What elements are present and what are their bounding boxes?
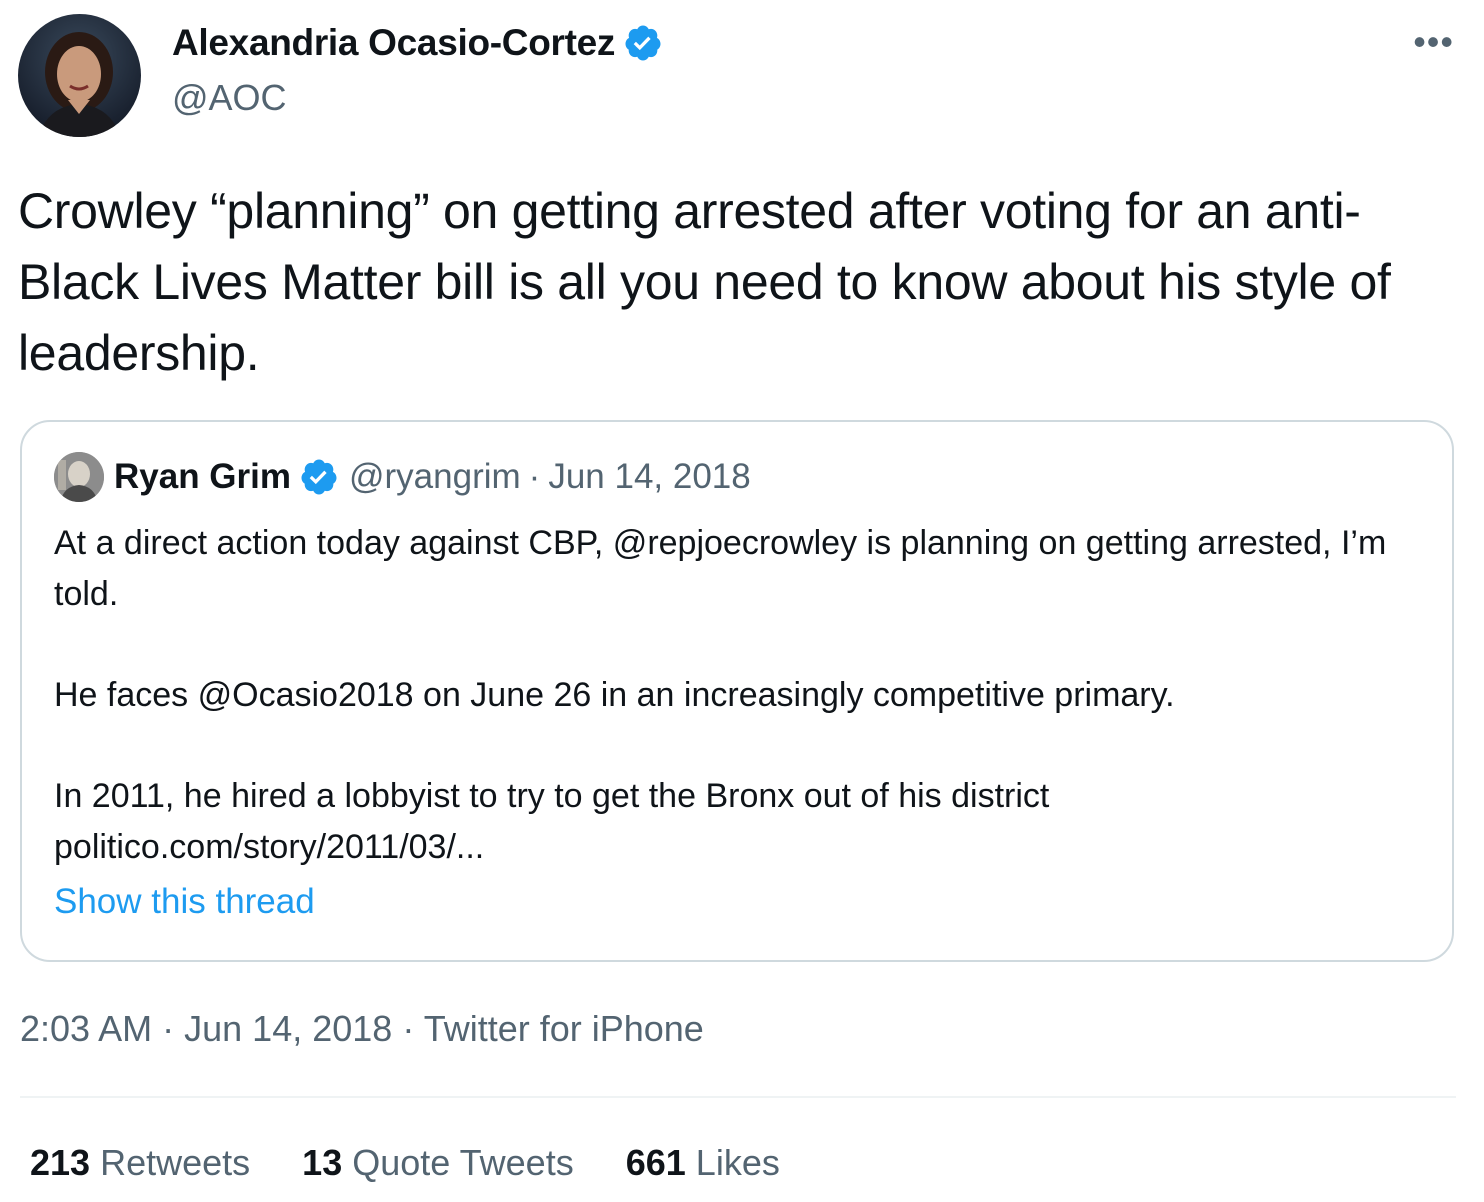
retweets-count: 213 bbox=[30, 1142, 91, 1183]
quoted-tweet-card[interactable]: Ryan Grim @ryangrim · Jun 14, 2018 At a … bbox=[20, 420, 1454, 962]
retweets-label: Retweets bbox=[100, 1142, 251, 1183]
quoted-tweet-paragraph: In 2011, he hired a lobbyist to try to g… bbox=[54, 777, 1050, 866]
quote-tweets-count: 13 bbox=[302, 1142, 343, 1183]
likes-count: 661 bbox=[625, 1142, 686, 1183]
retweets-stat[interactable]: 213 Retweets bbox=[30, 1142, 250, 1184]
tweet-date[interactable]: Jun 14, 2018 bbox=[184, 1008, 392, 1049]
quoted-author-handle[interactable]: @ryangrim bbox=[349, 457, 521, 497]
quote-tweets-label: Quote Tweets bbox=[352, 1142, 574, 1183]
author-handle[interactable]: @AOC bbox=[172, 77, 287, 119]
meta-separator: · bbox=[528, 457, 541, 496]
likes-label: Likes bbox=[695, 1142, 780, 1183]
author-name-row[interactable]: Alexandria Ocasio-Cortez bbox=[172, 22, 663, 64]
show-thread-link[interactable]: Show this thread bbox=[54, 882, 315, 922]
tweet-text: Crowley “planning” on getting arrested a… bbox=[18, 183, 1391, 381]
verified-badge-icon bbox=[299, 457, 339, 497]
quoted-author-avatar[interactable] bbox=[54, 452, 104, 502]
avatar-photo-icon bbox=[54, 452, 104, 502]
tweet-time[interactable]: 2:03 AM bbox=[20, 1008, 152, 1049]
verified-badge-icon bbox=[623, 23, 663, 63]
quoted-tweet-paragraph: At a direct action today against CBP, @r… bbox=[54, 524, 1387, 613]
author-name[interactable]: Alexandria Ocasio-Cortez bbox=[172, 22, 615, 64]
meta-separator: · bbox=[162, 1008, 175, 1049]
tweet-stats: 213 Retweets 13 Quote Tweets 661 Likes bbox=[30, 1142, 780, 1184]
more-options-icon[interactable]: ••• bbox=[1413, 24, 1454, 60]
likes-stat[interactable]: 661 Likes bbox=[626, 1142, 780, 1184]
meta-separator: · bbox=[402, 1008, 415, 1049]
quoted-tweet-header: Ryan Grim @ryangrim · Jun 14, 2018 bbox=[54, 452, 751, 502]
tweet-source[interactable]: Twitter for iPhone bbox=[424, 1008, 704, 1049]
divider bbox=[20, 1096, 1456, 1098]
author-avatar[interactable] bbox=[18, 14, 141, 137]
avatar-photo-icon bbox=[38, 32, 121, 137]
quote-tweets-stat[interactable]: 13 Quote Tweets bbox=[302, 1142, 574, 1184]
quoted-tweet-text: At a direct action today against CBP, @r… bbox=[54, 518, 1424, 873]
tweet-timestamp: 2:03 AM · Jun 14, 2018 · Twitter for iPh… bbox=[20, 1008, 704, 1050]
quoted-tweet-paragraph: He faces @Ocasio2018 on June 26 in an in… bbox=[54, 676, 1175, 714]
quoted-tweet-date[interactable]: Jun 14, 2018 bbox=[548, 457, 750, 497]
quoted-author-name[interactable]: Ryan Grim bbox=[114, 457, 291, 497]
